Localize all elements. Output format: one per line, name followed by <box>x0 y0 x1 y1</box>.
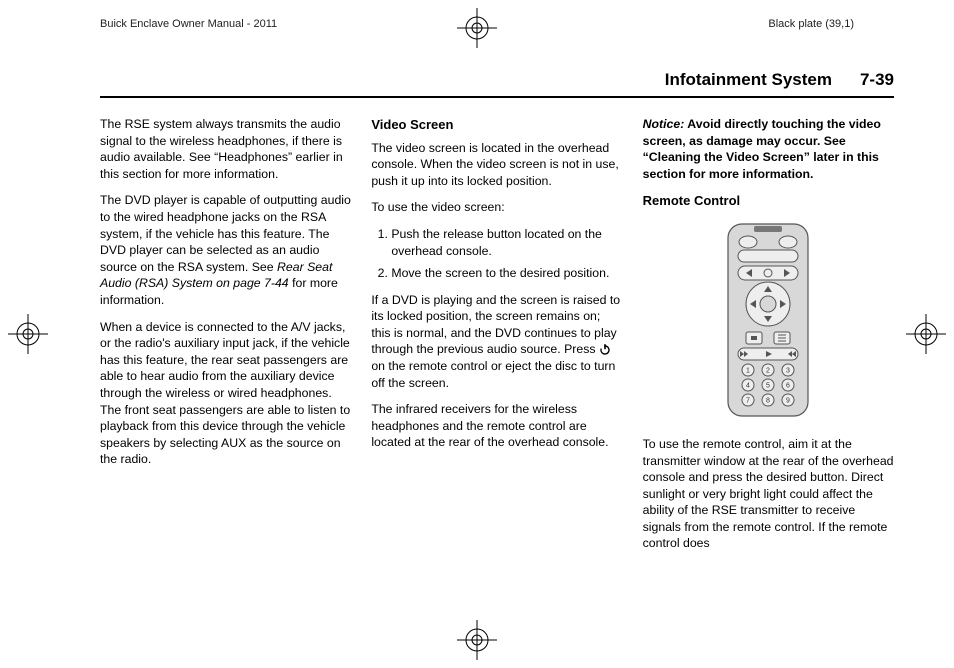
heading-remote-control: Remote Control <box>643 192 894 210</box>
body-text: The video screen is located in the overh… <box>371 140 622 190</box>
svg-text:8: 8 <box>766 397 770 404</box>
page-number: 7-39 <box>860 70 894 90</box>
svg-text:7: 7 <box>746 397 750 404</box>
manual-title: Buick Enclave Owner Manual - 2011 <box>100 18 277 30</box>
print-header: Buick Enclave Owner Manual - 2011 Black … <box>0 18 954 30</box>
notice-label: Notice: <box>643 117 685 131</box>
steps-list: Push the release button located on the o… <box>371 226 622 282</box>
remote-control-figure: 1 2 3 4 5 6 7 8 9 <box>643 220 894 420</box>
registration-mark-left <box>8 314 48 354</box>
page-content: Infotainment System 7-39 The RSE system … <box>100 70 894 613</box>
notice-block: Notice: Avoid directly touching the vide… <box>643 116 894 182</box>
power-icon <box>599 343 611 355</box>
plate-label: Black plate (39,1) <box>768 18 854 30</box>
column-2: Video Screen The video screen is located… <box>371 116 622 562</box>
svg-text:1: 1 <box>746 367 750 374</box>
step-item: Move the screen to the desired position. <box>391 265 622 282</box>
svg-text:6: 6 <box>786 382 790 389</box>
body-text: To use the remote control, aim it at the… <box>643 436 894 552</box>
section-title: Infotainment System <box>665 70 832 90</box>
step-item: Push the release button located on the o… <box>391 226 622 259</box>
body-text: The infrared receivers for the wireless … <box>371 401 622 451</box>
column-3: Notice: Avoid directly touching the vide… <box>643 116 894 562</box>
heading-video-screen: Video Screen <box>371 116 622 134</box>
body-text: When a device is connected to the A/V ja… <box>100 319 351 468</box>
svg-text:3: 3 <box>786 367 790 374</box>
body-text: To use the video screen: <box>371 199 622 216</box>
column-1: The RSE system always transmits the audi… <box>100 116 351 562</box>
svg-text:5: 5 <box>766 382 770 389</box>
registration-mark-right <box>906 314 946 354</box>
registration-mark-bottom <box>457 620 497 660</box>
text-run: If a DVD is playing and the screen is ra… <box>371 293 620 357</box>
body-text: The DVD player is capable of outputting … <box>100 192 351 308</box>
running-head: Infotainment System 7-39 <box>100 70 894 98</box>
body-text: If a DVD is playing and the screen is ra… <box>371 292 622 392</box>
svg-text:2: 2 <box>766 367 770 374</box>
text-run: on the remote control or eject the disc … <box>371 359 615 390</box>
body-text: The RSE system always transmits the audi… <box>100 116 351 182</box>
svg-text:9: 9 <box>786 397 790 404</box>
svg-text:4: 4 <box>746 382 750 389</box>
body-columns: The RSE system always transmits the audi… <box>100 116 894 562</box>
